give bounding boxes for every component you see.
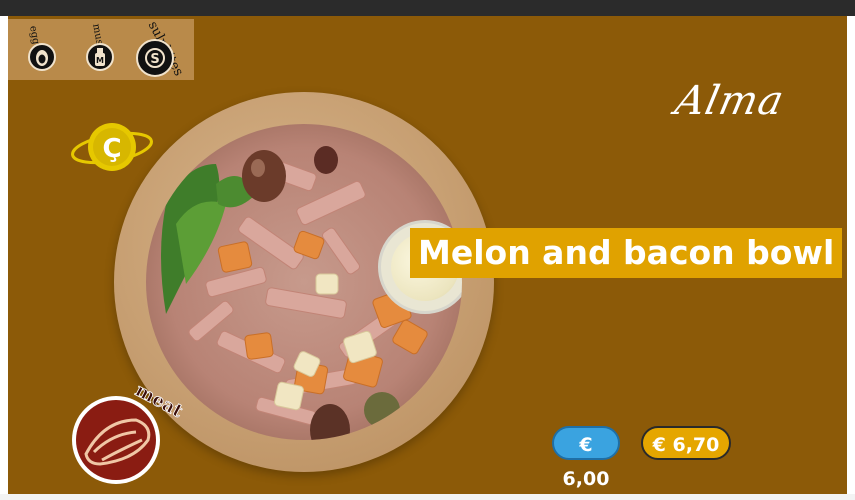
sulphites-glyph: S — [150, 52, 159, 67]
mustard-icon: M — [86, 43, 114, 71]
price-large: € 6,70 — [641, 426, 731, 460]
brand-logo: Alma — [671, 78, 789, 124]
top-bar — [0, 0, 855, 16]
allergen-mustard: mustard M — [74, 23, 130, 77]
allergen-sulphites: sulphites S — [132, 19, 194, 79]
mustard-glyph: M — [96, 56, 104, 65]
menu-screen: egg mustard M sulphites — [8, 16, 847, 494]
bottom-bar — [0, 494, 855, 500]
salad-image — [146, 124, 462, 440]
allergen-egg: egg — [16, 25, 72, 77]
egg-icon — [28, 43, 56, 71]
allergen-panel: egg mustard M sulphites — [8, 19, 194, 80]
c-badge-letter: Ç — [102, 134, 121, 164]
c-badge-icon: Ç — [66, 116, 158, 180]
sulphites-icon: S — [136, 39, 174, 77]
price-small: € 6,00 — [552, 426, 620, 490]
product-title: Melon and bacon bowl — [410, 228, 843, 278]
meat-badge: meat — [64, 368, 187, 488]
